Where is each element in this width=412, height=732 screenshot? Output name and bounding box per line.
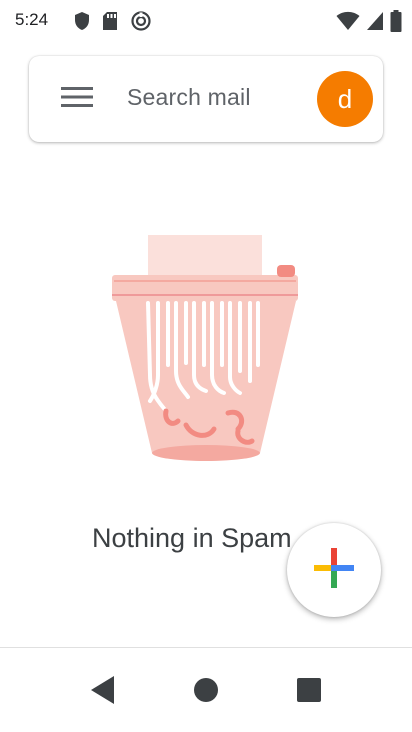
account-avatar[interactable]: d — [317, 71, 373, 127]
status-right-icons — [336, 8, 402, 34]
shield-icon — [74, 11, 90, 31]
wifi-icon — [336, 11, 360, 31]
nav-home-button[interactable] — [182, 668, 230, 716]
plus-icon — [311, 545, 357, 596]
sd-card-icon — [102, 11, 118, 31]
menu-button[interactable] — [49, 76, 105, 122]
sync-icon — [130, 10, 152, 32]
system-nav-bar — [0, 648, 412, 732]
status-left-icons — [74, 8, 152, 34]
status-time: 5:24 — [15, 10, 49, 29]
compose-button[interactable] — [287, 523, 381, 617]
nav-recents-button[interactable] — [285, 668, 333, 716]
nav-back-button[interactable] — [79, 668, 127, 716]
home-icon — [192, 676, 220, 709]
search-input[interactable]: Search mail — [127, 84, 251, 111]
recents-icon — [296, 677, 322, 708]
shredder-trash-icon — [100, 225, 312, 475]
avatar-letter: d — [337, 83, 353, 114]
hamburger-menu-icon — [60, 84, 94, 115]
status-bar: 5:24 — [0, 0, 412, 44]
battery-icon — [390, 10, 402, 32]
back-icon — [88, 674, 118, 711]
empty-state-message: Nothing in Spam — [92, 523, 292, 553]
gmail-spam-screen: 5:24 Search mail d Nothing in Spam — [0, 0, 412, 732]
search-bar[interactable]: Search mail d — [29, 56, 383, 142]
cell-signal-icon — [366, 11, 384, 31]
